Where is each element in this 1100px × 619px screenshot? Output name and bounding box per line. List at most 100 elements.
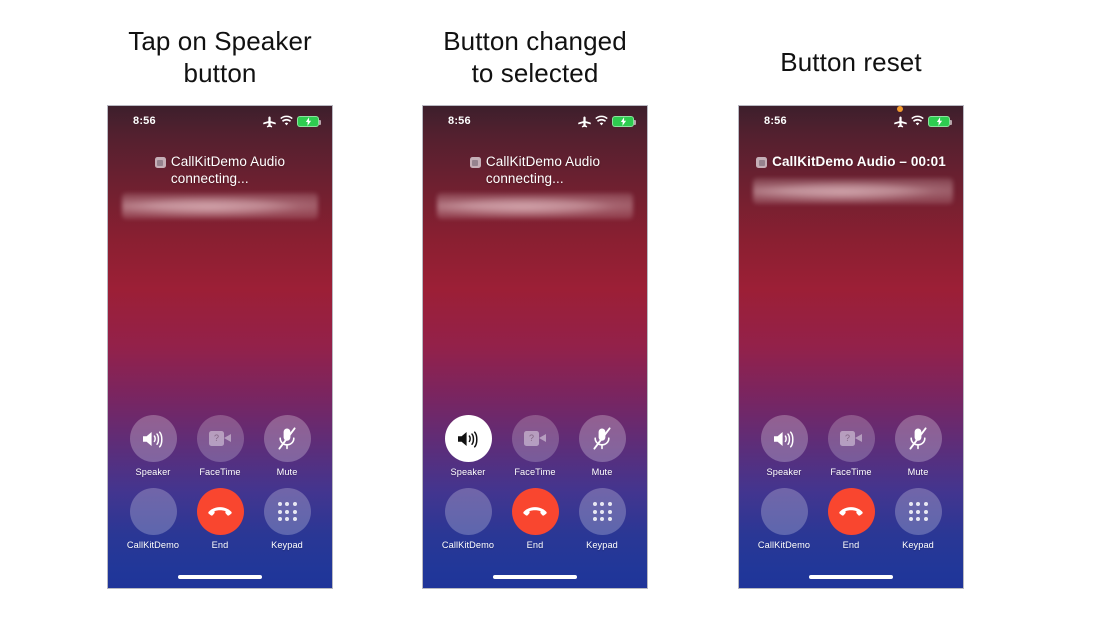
- callkitdemo-button[interactable]: CallKitDemo: [122, 488, 184, 550]
- mute-button-circle[interactable]: [578, 415, 626, 462]
- redacted-caller-name: [753, 178, 953, 204]
- call-title-text: CallKitDemo Audio – 00:01: [772, 154, 946, 171]
- speaker-button[interactable]: Speaker: [753, 415, 815, 477]
- keypad-button[interactable]: Keypad: [256, 488, 318, 550]
- mute-button-circle[interactable]: [263, 415, 311, 462]
- airplane-icon: [263, 115, 276, 128]
- keypad-dot: [607, 509, 612, 514]
- callkitdemo-button[interactable]: CallKitDemo: [437, 488, 499, 550]
- call-app-title: CallKitDemo Audio – 00:01: [772, 154, 946, 169]
- speaker-button-label: Speaker: [766, 467, 802, 477]
- keypad-button-label: Keypad: [586, 540, 618, 550]
- mute-button-label: Mute: [907, 467, 929, 477]
- status-bar: 8:56: [739, 106, 963, 136]
- phone-screen: 8:56 CallKitDemo Audio connecting... Spe…: [107, 105, 333, 589]
- video-camera-placeholder-icon: ?: [840, 431, 862, 446]
- video-camera-placeholder-icon: ?: [209, 431, 231, 446]
- call-status-text: connecting...: [170, 170, 249, 186]
- call-info: CallKitDemo Audio connecting...: [423, 154, 647, 220]
- keypad-dot: [600, 517, 604, 521]
- keypad-button-circle[interactable]: [263, 488, 311, 535]
- end-button[interactable]: End: [189, 488, 251, 550]
- keypad-dot: [292, 502, 297, 506]
- keypad-dot: [607, 517, 612, 521]
- facetime-button-circle[interactable]: ?: [827, 415, 875, 462]
- mic-in-use-indicator-icon: [897, 106, 903, 112]
- mute-button-label: Mute: [276, 467, 298, 477]
- keypad-dot-grid: [592, 502, 612, 521]
- facetime-button-circle[interactable]: ?: [511, 415, 559, 462]
- mute-button[interactable]: Mute: [887, 415, 949, 477]
- speaker-button[interactable]: Speaker: [437, 415, 499, 477]
- keypad-dot: [285, 509, 289, 514]
- speaker-button-circle[interactable]: [444, 415, 492, 462]
- status-icons: [894, 106, 952, 128]
- keypad-dot: [916, 509, 920, 514]
- keypad-dot: [908, 502, 913, 506]
- call-controls-row: Speaker ? FaceTime Mute: [753, 415, 949, 477]
- keypad-button-circle[interactable]: [894, 488, 942, 535]
- keypad-dot: [285, 502, 289, 506]
- keypad-dot: [923, 509, 928, 514]
- panel-caption: Button reset: [720, 47, 982, 79]
- end-button-circle[interactable]: [196, 488, 244, 535]
- status-time: 8:56: [764, 115, 787, 127]
- wifi-icon: [280, 115, 293, 128]
- callkitdemo-button-label: CallKitDemo: [126, 540, 180, 550]
- facetime-button-circle[interactable]: ?: [196, 415, 244, 462]
- mute-button[interactable]: Mute: [571, 415, 633, 477]
- mute-button[interactable]: Mute: [256, 415, 318, 477]
- mute-button-circle[interactable]: [894, 415, 942, 462]
- keypad-dot: [592, 502, 597, 506]
- end-button-circle[interactable]: [827, 488, 875, 535]
- callkitdemo-button[interactable]: CallKitDemo: [753, 488, 815, 550]
- status-icons: [578, 115, 636, 128]
- end-button-circle[interactable]: [511, 488, 559, 535]
- keypad-dot: [592, 517, 597, 521]
- keypad-button[interactable]: Keypad: [571, 488, 633, 550]
- home-indicator[interactable]: [493, 575, 577, 579]
- keypad-dot-grid: [277, 502, 297, 521]
- keypad-dot-grid: [908, 502, 928, 521]
- airplane-icon: [894, 115, 907, 128]
- screenshot-root: Tap on Speaker button 8:56 CallKitDemo Aud…: [0, 0, 1100, 619]
- callkitdemo-button-label: CallKitDemo: [757, 540, 811, 550]
- callkitdemo-button-circle[interactable]: [444, 488, 492, 535]
- call-title-text: CallKitDemo Audio connecting...: [171, 154, 285, 187]
- callkitdemo-button-circle[interactable]: [760, 488, 808, 535]
- home-indicator[interactable]: [809, 575, 893, 579]
- panel-caption: Button changed to selected: [404, 26, 666, 89]
- call-controls-row: CallKitDemo End Keypad: [122, 488, 318, 550]
- call-title-text: CallKitDemo Audio connecting...: [486, 154, 600, 187]
- speaker-button-circle[interactable]: [760, 415, 808, 462]
- call-title-row: CallKitDemo Audio connecting...: [154, 154, 285, 187]
- facetime-button[interactable]: ? FaceTime: [504, 415, 566, 477]
- caption-line: button: [183, 57, 257, 88]
- video-camera-placeholder-icon: ?: [524, 431, 546, 446]
- end-button[interactable]: End: [820, 488, 882, 550]
- keypad-button-circle[interactable]: [578, 488, 626, 535]
- call-title-row: CallKitDemo Audio connecting...: [469, 154, 600, 187]
- call-controls: Speaker ? FaceTime Mute CallKitDemo End …: [108, 415, 332, 550]
- call-controls-row: Speaker ? FaceTime Mute: [122, 415, 318, 477]
- call-title-row: CallKitDemo Audio – 00:01: [756, 154, 946, 171]
- end-button-label: End: [526, 540, 544, 550]
- home-indicator[interactable]: [178, 575, 262, 579]
- keypad-dot: [285, 517, 289, 521]
- call-controls: Speaker ? FaceTime Mute CallKitDemo End …: [423, 415, 647, 550]
- battery-charging-icon: [297, 115, 321, 127]
- speaker-button-circle[interactable]: [129, 415, 177, 462]
- battery-charging-icon: [928, 115, 952, 127]
- end-button-label: End: [842, 540, 860, 550]
- keypad-button[interactable]: Keypad: [887, 488, 949, 550]
- phone-screen: 8:56 CallKitDemo Audio connecting... Spe…: [422, 105, 648, 589]
- facetime-button[interactable]: ? FaceTime: [820, 415, 882, 477]
- call-app-title: CallKitDemo Audio: [485, 154, 601, 169]
- speaker-button-label: Speaker: [135, 467, 171, 477]
- facetime-button[interactable]: ? FaceTime: [189, 415, 251, 477]
- speaker-button[interactable]: Speaker: [122, 415, 184, 477]
- airplane-icon: [578, 115, 591, 128]
- end-button[interactable]: End: [504, 488, 566, 550]
- callkitdemo-button-circle[interactable]: [129, 488, 177, 535]
- callkitdemo-button-label: CallKitDemo: [441, 540, 495, 550]
